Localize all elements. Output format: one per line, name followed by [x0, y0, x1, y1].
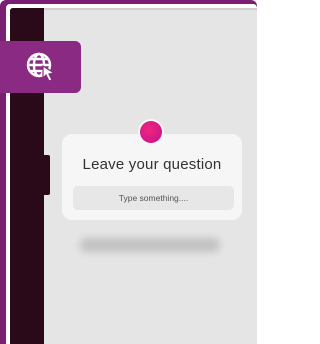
web-badge[interactable]	[0, 41, 81, 93]
globe-cursor-icon	[26, 52, 56, 82]
phone-side-button	[42, 155, 50, 195]
blurred-placeholder-bar	[80, 238, 220, 252]
question-input[interactable]	[73, 186, 234, 210]
card-title: Leave your question	[82, 156, 222, 173]
avatar-dot	[140, 121, 162, 143]
screen-top-edge	[44, 8, 257, 10]
